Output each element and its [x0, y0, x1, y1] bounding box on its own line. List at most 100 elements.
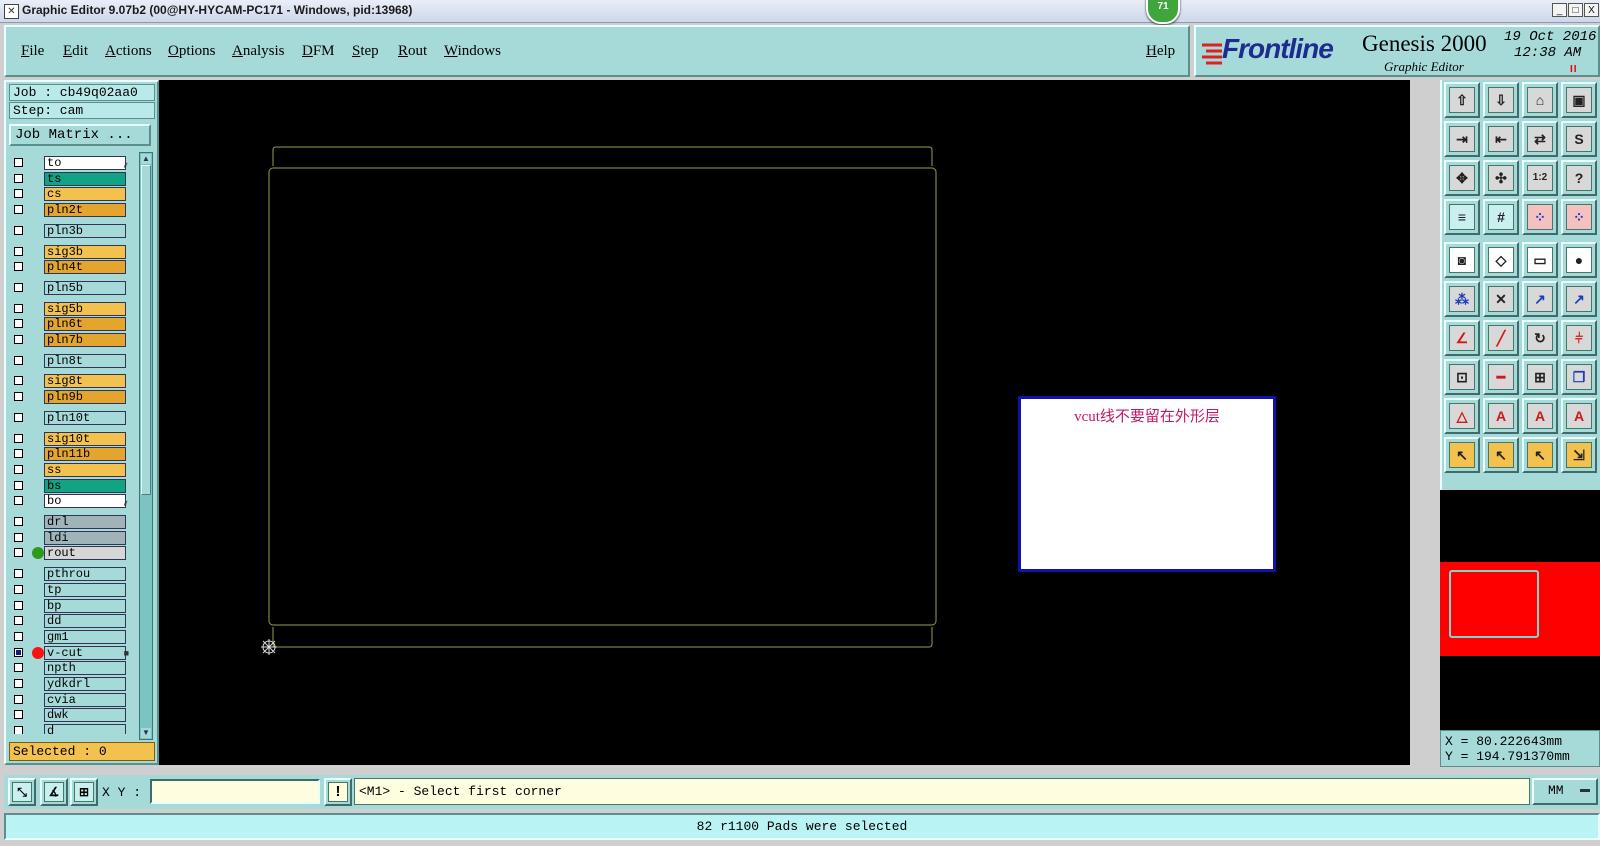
home-tool-button[interactable]: ⌂	[1522, 82, 1558, 118]
swap-tool-button[interactable]: ⇄	[1522, 121, 1558, 157]
layer-checkbox[interactable]	[14, 433, 23, 443]
point-tool-button[interactable]: ↗	[1522, 281, 1558, 317]
pointer-octagon-tool-button[interactable]: ↖	[1522, 437, 1558, 473]
layer-name[interactable]: pln9b	[44, 390, 126, 405]
layer-row-pln7b[interactable]: pln7b	[10, 333, 132, 348]
layer-name[interactable]: ts	[44, 171, 126, 186]
menu-windows[interactable]: Windows	[444, 43, 501, 60]
layer-name[interactable]: pln8t	[44, 353, 126, 368]
layer-down-tool-button[interactable]: ⇩	[1483, 82, 1519, 118]
layer-checkbox[interactable]	[14, 189, 23, 199]
layer-row-bp[interactable]: bp	[10, 598, 132, 614]
layer-row-pln5b[interactable]: pln5b	[10, 280, 132, 296]
layer-name[interactable]: rout	[44, 546, 126, 561]
warning-button[interactable]: !	[324, 778, 352, 806]
layer-name[interactable]: tp	[44, 582, 126, 597]
layer-up-tool-button[interactable]: ⇧	[1444, 82, 1480, 118]
menu-step[interactable]: Step	[352, 43, 379, 60]
pointer-net-tool-button[interactable]: ⇲	[1561, 437, 1597, 473]
menu-analysis[interactable]: Analysis	[232, 43, 285, 60]
layer-checkbox[interactable]	[14, 158, 23, 167]
job-matrix-button[interactable]: Job Matrix ...	[9, 124, 151, 146]
layer-row-drl[interactable]: drl	[10, 515, 132, 530]
layer-name[interactable]: sig10t	[44, 431, 126, 446]
layer-row-ss[interactable]: ss	[10, 462, 132, 478]
zoom-out-tool-button[interactable]: ✣	[1483, 160, 1519, 196]
menu-options[interactable]: Options	[168, 43, 216, 60]
layer-scrollbar[interactable]: ▲ ▼	[139, 152, 153, 740]
layer-name[interactable]: cs	[44, 187, 126, 202]
grid-snap-button[interactable]: ⊞	[70, 778, 98, 806]
layer-name[interactable]: pln7b	[44, 333, 126, 347]
layer-name[interactable]: pln6t	[44, 317, 126, 332]
layer-row-pln4t[interactable]: pln4t	[10, 260, 132, 275]
close-button[interactable]: X	[1584, 3, 1599, 17]
layer-name[interactable]: drl	[44, 515, 126, 529]
settings-tool-button[interactable]: ≡	[1444, 199, 1480, 235]
layer-checkbox[interactable]	[14, 392, 23, 402]
layer-name[interactable]: d	[44, 724, 126, 734]
menu-help[interactable]: Help	[1146, 43, 1175, 60]
bar-tool-button[interactable]: ━	[1483, 359, 1519, 395]
layer-checkbox[interactable]	[14, 205, 23, 215]
layer-name[interactable]: bs	[44, 478, 126, 493]
pad-tool-button[interactable]: ◙	[1444, 242, 1480, 278]
menu-actions[interactable]: Actions	[105, 43, 152, 60]
layer-checkbox[interactable]	[14, 548, 23, 558]
pointer-box-tool-button[interactable]: ↖	[1483, 437, 1519, 473]
layer-name[interactable]: gm1	[44, 629, 126, 644]
text-a3-tool-button[interactable]: A	[1561, 398, 1597, 434]
dot-tool-button[interactable]: ●	[1561, 242, 1597, 278]
scroll-down-icon[interactable]: ▼	[141, 728, 151, 738]
layer-row-pln9b[interactable]: pln9b	[10, 390, 132, 405]
layer-row-pthrou[interactable]: pthrou	[10, 567, 132, 582]
layer-checkbox[interactable]	[14, 464, 23, 474]
layer-name[interactable]: pln11b	[44, 447, 126, 462]
layer-name[interactable]: ss	[44, 462, 126, 477]
layer-row-v-cut[interactable]: v-cut ■	[10, 645, 132, 661]
layer-checkbox[interactable]	[14, 246, 23, 256]
layer-row-pln3b[interactable]: pln3b	[10, 223, 132, 239]
pointer-tool-button[interactable]: ↖	[1444, 437, 1480, 473]
triangle-tool-button[interactable]: △	[1444, 398, 1480, 434]
layer-row-npth[interactable]: npth	[10, 661, 132, 676]
dimension-tool-button[interactable]: ⊞	[1522, 359, 1558, 395]
layer-name[interactable]: pln10t	[44, 410, 126, 425]
cross-tool-button[interactable]: ✕	[1483, 281, 1519, 317]
layer-row-d[interactable]: d	[10, 724, 132, 734]
layer-checkbox[interactable]	[14, 584, 23, 594]
rotate-tool-button[interactable]: ↻	[1522, 320, 1558, 356]
layer-name[interactable]: bp	[44, 598, 126, 613]
text-a2-tool-button[interactable]: A	[1522, 398, 1558, 434]
layer-name[interactable]: npth	[44, 661, 126, 676]
layer-name[interactable]: dd	[44, 614, 126, 629]
fit-tool-button[interactable]: ✥	[1444, 160, 1480, 196]
layer-row-cvia[interactable]: cvia	[10, 692, 132, 708]
menu-dfm[interactable]: DFM	[302, 43, 335, 60]
layer-row-pln10t[interactable]: pln10t	[10, 410, 132, 426]
net2-tool-button[interactable]: ⁘	[1561, 199, 1597, 235]
layer-checkbox[interactable]	[14, 663, 23, 673]
menu-edit[interactable]: Edit	[63, 43, 88, 60]
layer-checkbox[interactable]	[14, 679, 23, 688]
layer-name[interactable]: pln3b	[44, 223, 126, 238]
layer-name[interactable]: pln2t	[44, 203, 126, 218]
layer-row-rout[interactable]: rout	[10, 546, 132, 561]
angle-tool-button[interactable]: ∠	[1444, 320, 1480, 356]
window-tool-button[interactable]: ▣	[1561, 82, 1597, 118]
menu-rout[interactable]: Rout	[398, 43, 427, 60]
layer-name[interactable]: pln5b	[44, 280, 126, 295]
layer-name[interactable]: sig8t	[44, 374, 126, 389]
layer-row-pln6t[interactable]: pln6t	[10, 317, 132, 332]
layer-row-sig3b[interactable]: sig3b	[10, 244, 132, 260]
ruler-tool-button[interactable]: ▭	[1522, 242, 1558, 278]
minimize-button[interactable]: _	[1552, 3, 1567, 17]
layer-checkbox[interactable]	[14, 569, 23, 579]
layer-row-sig8t[interactable]: sig8t	[10, 374, 132, 389]
menu-file[interactable]: File	[21, 43, 44, 60]
snap-button[interactable]: ⤡	[8, 778, 36, 806]
layer-checkbox[interactable]	[14, 282, 23, 292]
layer-row-pln2t[interactable]: pln2t	[10, 203, 132, 218]
layer-row-ydkdrl[interactable]: ydkdrl	[10, 677, 132, 692]
layer-checkbox[interactable]	[14, 616, 23, 626]
